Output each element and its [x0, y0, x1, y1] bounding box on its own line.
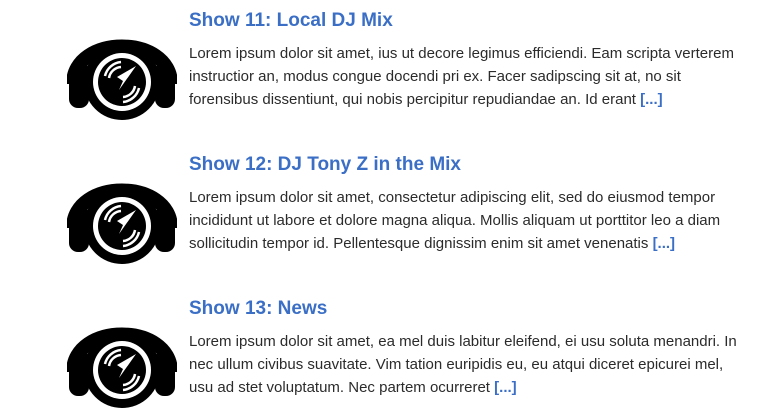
post-title-link[interactable]: Show 12: DJ Tony Z in the Mix [189, 152, 749, 178]
read-more-link[interactable]: [...] [653, 235, 676, 252]
post-excerpt-text: Lorem ipsum dolor sit amet, consectetur … [189, 189, 721, 252]
post-content: Show 11: Local DJ Mix Lorem ipsum dolor … [189, 8, 749, 111]
post-excerpt-text: Lorem ipsum dolor sit amet, ea mel duis … [189, 333, 737, 396]
post-content: Show 13: News Lorem ipsum dolor sit amet… [189, 296, 749, 399]
dj-headphones-record-icon[interactable] [67, 158, 177, 268]
read-more-link[interactable]: [...] [494, 379, 517, 396]
post-excerpt: Lorem ipsum dolor sit amet, consectetur … [189, 186, 749, 255]
post-excerpt: Lorem ipsum dolor sit amet, ea mel duis … [189, 330, 749, 399]
post-list: Show 11: Local DJ Mix Lorem ipsum dolor … [0, 0, 768, 413]
post-excerpt: Lorem ipsum dolor sit amet, ius ut decor… [189, 42, 749, 111]
dj-headphones-record-icon[interactable] [67, 14, 177, 124]
post-title-link[interactable]: Show 11: Local DJ Mix [189, 8, 749, 34]
post-title-link[interactable]: Show 13: News [189, 296, 749, 322]
read-more-link[interactable]: [...] [640, 91, 663, 108]
dj-headphones-record-icon[interactable] [67, 302, 177, 412]
post-content: Show 12: DJ Tony Z in the Mix Lorem ipsu… [189, 152, 749, 255]
